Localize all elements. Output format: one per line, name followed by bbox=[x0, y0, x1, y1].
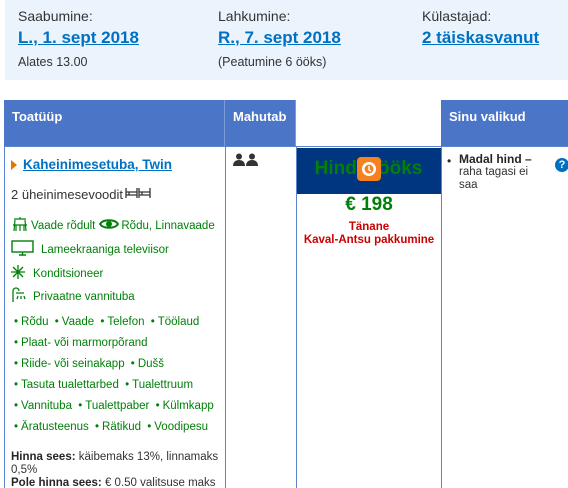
facility-item: Plaat- või marmorpõrand bbox=[21, 337, 148, 349]
help-icon[interactable]: ? bbox=[555, 158, 568, 172]
room-table: Toatüüp Mahutab Hind 6 ööks Sinu valikud… bbox=[4, 100, 568, 488]
bed-info: 2 üheinimesevoodit bbox=[11, 187, 219, 202]
feature-tv: Lameekraaniga televiisor bbox=[11, 240, 219, 259]
table-header: Toatüüp Mahutab Hind 6 ööks Sinu valikud bbox=[4, 100, 568, 194]
deal-line-1: Tänane bbox=[348, 221, 390, 233]
facility-line: • Riide- või seinakapp • Dušš bbox=[14, 358, 165, 370]
facility-item: Külmkapp bbox=[162, 400, 214, 412]
facility-item: Tualettpaber bbox=[85, 400, 150, 412]
price-included-info: Hinna sees: käibemaks 13%, linnamaks 0,5… bbox=[11, 451, 219, 477]
table-row: Kaheinimesetuba, Twin 2 üheinimesevoodit… bbox=[4, 146, 568, 488]
checkin-time-note: Alates 13.00 bbox=[18, 55, 88, 69]
facility-line: • Tasuta tualettarbed • Tualettruum bbox=[14, 379, 194, 391]
facility-item: Töölaud bbox=[157, 316, 200, 328]
bullet: • bbox=[447, 154, 452, 168]
header-room-type: Toatüüp bbox=[4, 100, 225, 146]
stay-length-note: (Peatumine 6 ööks) bbox=[218, 55, 327, 69]
facility-item: Voodipesu bbox=[154, 421, 208, 433]
row-divider bbox=[5, 146, 568, 147]
balcony-label: Vaade rõdult bbox=[31, 219, 96, 232]
tv-label: Lameekraaniga televiisor bbox=[41, 243, 169, 256]
checkout-section: Lahkumine: R., 7. sept 2018 (Peatumine 6… bbox=[218, 8, 341, 70]
room-type-cell: Kaheinimesetuba, Twin 2 üheinimesevoodit… bbox=[11, 157, 219, 488]
feature-bathroom: Privaatne vannituba bbox=[11, 287, 219, 306]
balcony-icon bbox=[11, 216, 29, 235]
facility-item: Rätikud bbox=[102, 421, 142, 433]
facility-item: Äratusteenus bbox=[21, 421, 89, 433]
deal-line-2: Kaval-Antsu pakkumine bbox=[303, 234, 435, 246]
feature-ac: Konditsioneer bbox=[11, 265, 219, 282]
facility-line: • Äratusteenus • Rätikud • Voodipesu bbox=[14, 421, 208, 433]
price-amount: € 198 bbox=[345, 194, 393, 215]
bed-label: 2 üheinimesevoodit bbox=[11, 187, 124, 202]
people-icon bbox=[233, 153, 259, 172]
header-choices: Sinu valikud bbox=[441, 100, 568, 146]
header-occupancy: Mahutab bbox=[225, 100, 296, 146]
facility-item: Dušš bbox=[137, 358, 165, 370]
guests-section: Külastajad: 2 täiskasvanut bbox=[422, 8, 539, 50]
shower-icon bbox=[11, 287, 27, 306]
facility-line: • Vannituba • Tualettpaber • Külmkapp bbox=[14, 400, 214, 412]
checkin-label: Saabumine: bbox=[18, 8, 93, 24]
facility-line: • Rõdu • Vaade • Telefon • Töölaud bbox=[14, 316, 200, 328]
checkin-date-link[interactable]: L., 1. sept 2018 bbox=[18, 26, 139, 50]
checkout-label: Lahkumine: bbox=[218, 8, 291, 24]
tv-icon bbox=[11, 240, 35, 259]
facility-item: Tualettruum bbox=[132, 379, 194, 391]
booking-summary: Saabumine: L., 1. sept 2018 Alates 13.00… bbox=[5, 0, 568, 80]
checkin-section: Saabumine: L., 1. sept 2018 Alates 13.00 bbox=[18, 8, 139, 70]
price-excluded-info: Pole hinna sees: € 0.50 valitsuse maks ö… bbox=[11, 477, 219, 488]
room-name-link[interactable]: Kaheinimesetuba, Twin bbox=[23, 157, 172, 172]
choice-subtitle: raha tagasi ei saa bbox=[459, 166, 529, 191]
eye-icon bbox=[99, 217, 120, 234]
balcony-city-label: Rõdu, Linnavaade bbox=[121, 219, 215, 232]
guests-label: Külastajad: bbox=[422, 8, 492, 24]
facility-line: • Plaat- või marmorpõrand bbox=[14, 337, 148, 349]
facility-item: Tasuta tualettarbed bbox=[21, 379, 119, 391]
facilities-list: • Rõdu • Vaade • Telefon • Töölaud • Plaat- v… bbox=[11, 315, 219, 441]
facility-item: Vannituba bbox=[21, 400, 72, 412]
facility-item: Riide- või seinakapp bbox=[21, 358, 125, 370]
column-divider bbox=[225, 146, 226, 488]
facility-item: Telefon bbox=[107, 316, 145, 328]
bed-icon bbox=[125, 187, 151, 202]
column-divider bbox=[441, 146, 442, 488]
ac-label: Konditsioneer bbox=[33, 267, 104, 280]
included-label: Hinna sees: bbox=[11, 451, 76, 463]
choice-title: Madal hind – bbox=[459, 152, 532, 166]
bath-label: Privaatne vannituba bbox=[33, 290, 135, 303]
room-title[interactable]: Kaheinimesetuba, Twin bbox=[11, 157, 219, 172]
feature-balcony: Vaade rõdult Rõdu, Linnavaade bbox=[11, 216, 219, 235]
deal-icon bbox=[357, 157, 381, 181]
snowflake-icon bbox=[11, 265, 25, 282]
facility-item: Vaade bbox=[61, 316, 95, 328]
facility-item: Rõdu bbox=[21, 316, 49, 328]
arrow-right-icon bbox=[11, 159, 17, 170]
excluded-label: Pole hinna sees: bbox=[11, 477, 102, 488]
deal-text: Tänane Kaval-Antsu pakkumine bbox=[297, 221, 441, 247]
checkout-date-link[interactable]: R., 7. sept 2018 bbox=[218, 26, 341, 50]
guests-link[interactable]: 2 täiskasvanut bbox=[422, 26, 539, 50]
